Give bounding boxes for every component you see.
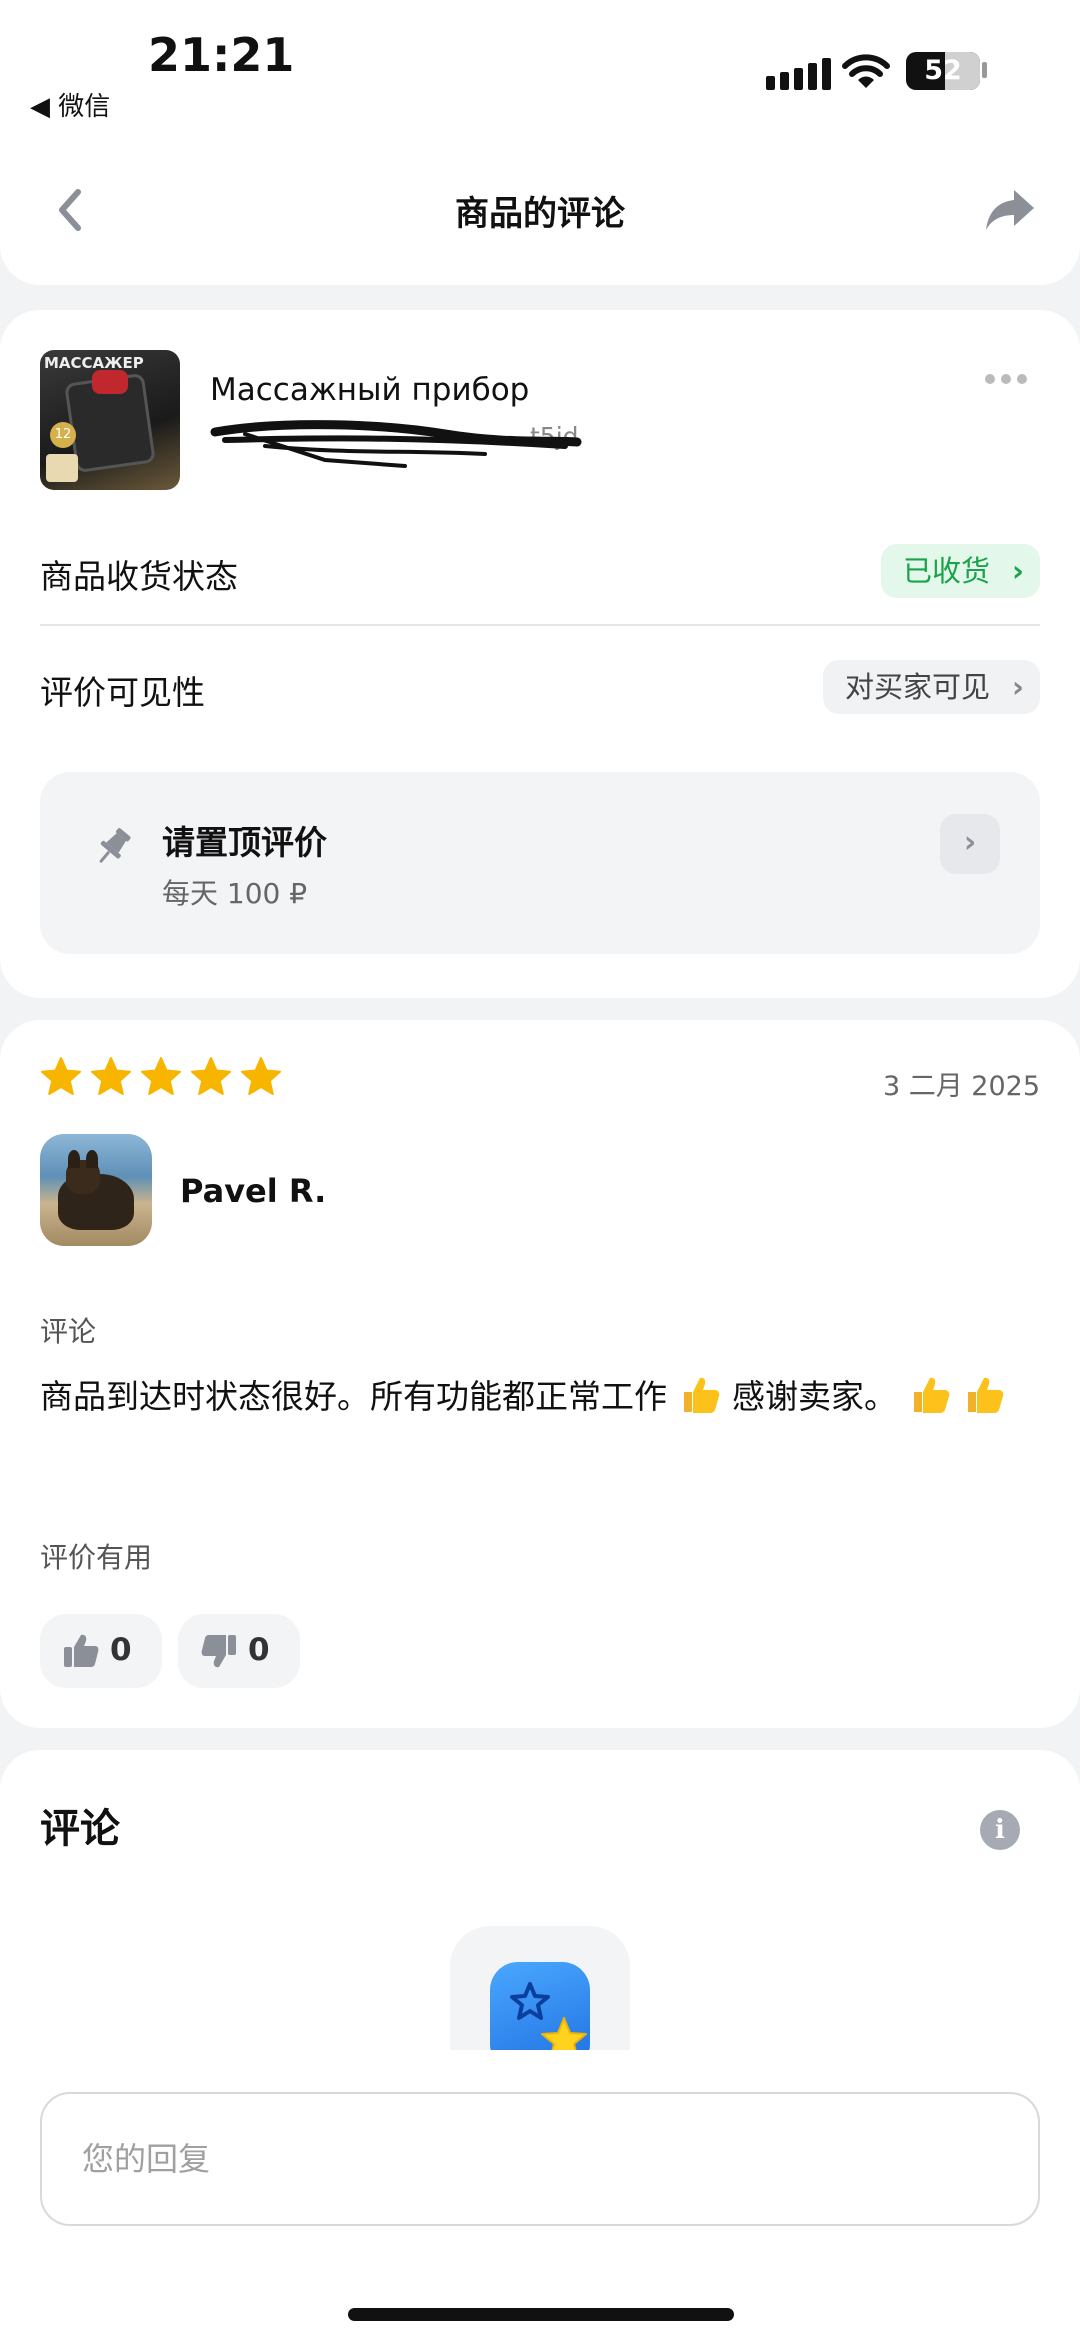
thumbs-up-icon	[64, 1634, 99, 1667]
star-icon	[241, 1057, 281, 1095]
reply-input[interactable]	[40, 2092, 1040, 2226]
product-name: Массажный прибор	[210, 372, 530, 408]
review-text: 商品到达时状态很好。所有功能都正常工作 感谢卖家。	[40, 1370, 1040, 1424]
nav-header: 商品的评论	[0, 150, 1080, 285]
thumbs-up-emoji-icon	[913, 1377, 949, 1413]
redaction-scribble	[210, 420, 582, 468]
empty-comments-illustration	[450, 1926, 630, 2056]
more-options-icon[interactable]	[985, 374, 1027, 384]
status-time: 21:21	[148, 28, 295, 82]
like-button[interactable]: 0	[40, 1614, 162, 1688]
home-indicator[interactable]	[348, 2308, 734, 2321]
delivery-status-button[interactable]: 已收货 ›	[880, 544, 1040, 598]
chevron-right-icon: ›	[1012, 670, 1024, 704]
pin-price: 每天 100 ₽	[162, 877, 308, 910]
info-icon[interactable]: i	[980, 1810, 1020, 1850]
comments-title: 评论	[40, 1806, 120, 1852]
visibility-value: 对买家可见	[844, 670, 990, 704]
star-icon	[141, 1057, 181, 1095]
review-page: 21:21 ◀ 微信 52 商品的评论 MACCAЖEP 12 Массажны…	[0, 0, 1080, 2341]
product-thumbnail[interactable]: MACCAЖEP 12	[40, 350, 180, 490]
product-card: MACCAЖEP 12 Массажный прибор t5jd 商品收货状态…	[0, 310, 1080, 998]
review-text-part1: 商品到达时状态很好。所有功能都正常工作	[40, 1377, 667, 1416]
star-rating	[40, 1056, 282, 1098]
delivery-status-value: 已收货	[902, 554, 990, 588]
visibility-button[interactable]: 对买家可见 ›	[822, 660, 1040, 714]
star-icon	[41, 1057, 81, 1095]
page-title: 商品的评论	[455, 194, 625, 234]
reviewer-name[interactable]: Pavel R.	[180, 1172, 326, 1210]
status-bar: 21:21 ◀ 微信 52	[0, 0, 1080, 150]
share-arrow-icon[interactable]	[980, 180, 1040, 240]
battery-icon: 52	[906, 52, 980, 90]
wifi-icon	[842, 54, 890, 88]
helpful-label: 评价有用	[40, 1541, 153, 1574]
back-to-app-link[interactable]: ◀ 微信	[30, 86, 110, 123]
star-icon	[191, 1057, 231, 1095]
battery-level: 52	[924, 55, 962, 86]
pin-title: 请置顶评价	[162, 823, 327, 862]
cellular-signal-icon	[766, 56, 831, 90]
like-count: 0	[110, 1632, 132, 1668]
divider	[40, 624, 1040, 626]
visibility-label: 评价可见性	[40, 673, 205, 712]
chevron-right-icon: ›	[1012, 554, 1024, 588]
review-date: 3 二月 2025	[882, 1071, 1040, 1102]
thumbs-up-emoji-icon	[968, 1377, 1004, 1413]
thumbnail-logo-text: MACCAЖEP	[44, 354, 144, 372]
dislike-button[interactable]: 0	[178, 1614, 300, 1688]
comment-label: 评论	[40, 1315, 97, 1348]
pin-icon	[99, 828, 131, 863]
pin-review-banner[interactable]: 请置顶评价 每天 100 ₽ ›	[40, 772, 1040, 954]
dislike-count: 0	[248, 1632, 270, 1668]
thumbs-down-icon	[201, 1635, 236, 1668]
pin-chevron-button[interactable]: ›	[940, 814, 1000, 874]
thumbs-up-emoji-icon	[683, 1377, 719, 1413]
review-card: 3 二月 2025 Pavel R. 评论 商品到达时状态很好。所有功能都正常工…	[0, 1020, 1080, 1728]
avatar[interactable]	[40, 1134, 152, 1246]
review-text-part2: 感谢卖家。	[732, 1377, 897, 1416]
delivery-status-label: 商品收货状态	[40, 557, 238, 596]
star-icon	[91, 1057, 131, 1095]
battery-tip	[982, 62, 987, 78]
